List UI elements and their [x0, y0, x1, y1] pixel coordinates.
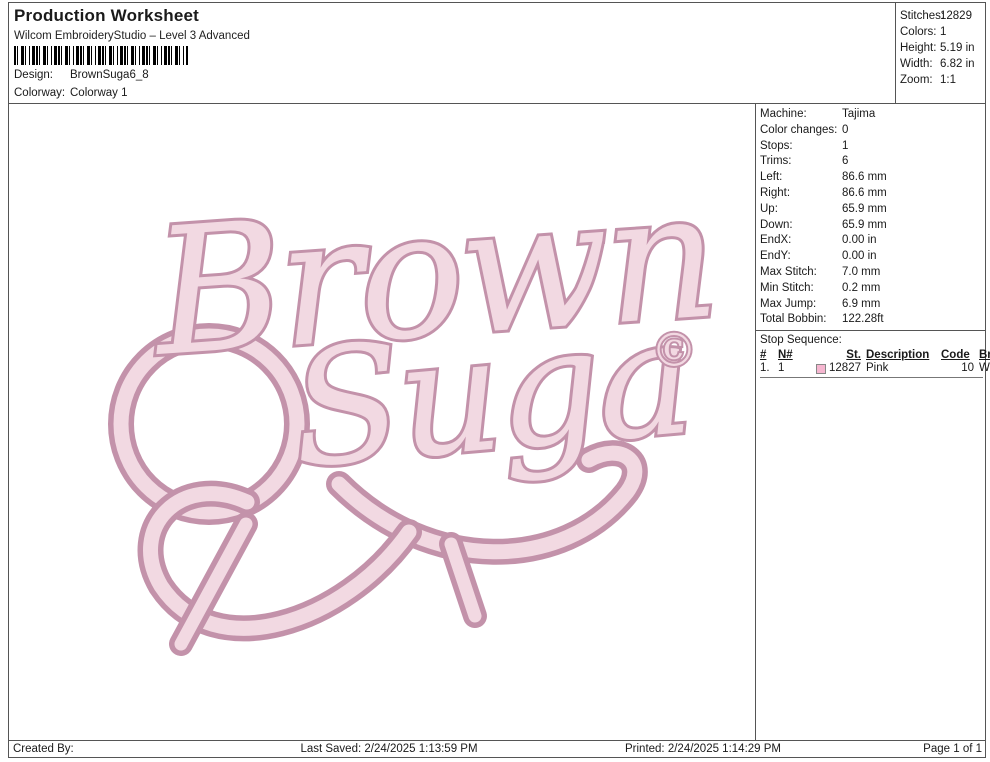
height-value: 5.19 in [940, 40, 975, 56]
colorway-label: Colorway: [14, 86, 70, 101]
color-changes-value: 0 [842, 123, 848, 139]
page-number: Page 1 of 1 [867, 743, 985, 755]
endx-label: EndX: [760, 233, 842, 249]
right-value: 86.6 mm [842, 186, 887, 202]
max-stitch-value: 7.0 mm [842, 265, 880, 281]
design-word-suga: Suga [284, 283, 697, 504]
summary-row: Height: 5.19 in [900, 40, 985, 56]
width-label: Width: [900, 56, 940, 72]
stop-sequence-section: Stop Sequence: # N# St. Description Code… [756, 330, 985, 378]
colors-label: Colors: [900, 24, 940, 40]
barcode-image [14, 46, 188, 65]
main-content: Brown Suga © Machine:Tajima Color change… [9, 104, 985, 740]
row-st: 12827 [829, 361, 861, 376]
summary-row: Stitches: 12829 [900, 8, 985, 24]
page-title: Production Worksheet [14, 6, 889, 26]
stop-sequence-table: # N# St. Description Code Brand 1. 1 [760, 349, 985, 378]
min-stitch-label: Min Stitch: [760, 281, 842, 297]
thread-color-swatch [816, 364, 826, 374]
max-jump-value: 6.9 mm [842, 297, 880, 313]
trims-value: 6 [842, 154, 848, 170]
summary-row: Colors: 1 [900, 24, 985, 40]
max-stitch-label: Max Stitch: [760, 265, 842, 281]
row-n: 1 [778, 361, 800, 376]
down-label: Down: [760, 218, 842, 234]
copyright-symbol: © [651, 323, 697, 377]
design-label: Design: [14, 68, 70, 83]
row-num: 1. [760, 361, 773, 376]
up-label: Up: [760, 202, 842, 218]
up-value: 65.9 mm [842, 202, 887, 218]
machine-info-panel: Machine:Tajima Color changes:0 Stops:1 T… [755, 104, 985, 740]
summary-row: Width: 6.82 in [900, 56, 985, 72]
col-code: Code [941, 349, 974, 361]
footer-bar: Created By: Last Saved: 2/24/2025 1:13:5… [9, 740, 985, 757]
printed-text: Printed: 2/24/2025 1:14:29 PM [539, 743, 867, 755]
stops-label: Stops: [760, 139, 842, 155]
endy-value: 0.00 in [842, 249, 877, 265]
width-value: 6.82 in [940, 56, 975, 72]
max-jump-label: Max Jump: [760, 297, 842, 313]
colorway-row: Colorway: Colorway 1 [14, 86, 889, 101]
total-bobbin-value: 122.28ft [842, 312, 884, 328]
col-n: N# [778, 349, 800, 361]
design-preview: Brown Suga © [9, 104, 755, 740]
left-value: 86.6 mm [842, 170, 887, 186]
machine-value: Tajima [842, 107, 875, 123]
machine-info-rows: Machine:Tajima Color changes:0 Stops:1 T… [756, 104, 985, 330]
summary-row: Zoom: 1:1 [900, 72, 985, 88]
row-st-cell: 12827 [805, 361, 861, 376]
left-label: Left: [760, 170, 842, 186]
row-brand: Wilcom [979, 361, 990, 376]
machine-label: Machine: [760, 107, 842, 123]
zoom-value: 1:1 [940, 72, 956, 88]
stops-value: 1 [842, 139, 848, 155]
endx-value: 0.00 in [842, 233, 877, 249]
height-label: Height: [900, 40, 940, 56]
colorway-value: Colorway 1 [70, 86, 128, 101]
col-st: St. [805, 349, 861, 361]
row-description: Pink [866, 361, 936, 376]
colors-value: 1 [940, 24, 946, 40]
right-label: Right: [760, 186, 842, 202]
total-bobbin-label: Total Bobbin: [760, 312, 842, 328]
col-description: Description [866, 349, 936, 361]
min-stitch-value: 0.2 mm [842, 281, 880, 297]
zoom-label: Zoom: [900, 72, 940, 88]
row-code: 10 [941, 361, 974, 376]
stitches-label: Stitches: [900, 8, 940, 24]
col-num: # [760, 349, 773, 361]
app-subtitle: Wilcom EmbroideryStudio – Level 3 Advanc… [14, 30, 889, 42]
col-brand: Brand [979, 349, 990, 361]
production-worksheet-page: Production Worksheet Wilcom EmbroiderySt… [0, 0, 990, 762]
color-changes-label: Color changes: [760, 123, 842, 139]
stop-sequence-title: Stop Sequence: [760, 333, 985, 348]
stitches-value: 12829 [940, 8, 972, 24]
down-value: 65.9 mm [842, 218, 887, 234]
design-value: BrownSuga6_8 [70, 68, 149, 83]
summary-box: Stitches: 12829 Colors: 1 Height: 5.19 i… [895, 3, 985, 103]
embroidery-design-svg: Brown Suga © [9, 104, 755, 740]
stop-table-row: 1. 1 12827 Pink 10 Wilcom [760, 361, 983, 378]
header: Production Worksheet Wilcom EmbroiderySt… [9, 3, 985, 104]
endy-label: EndY: [760, 249, 842, 265]
header-left: Production Worksheet Wilcom EmbroiderySt… [9, 3, 895, 103]
worksheet-sheet: Production Worksheet Wilcom EmbroiderySt… [8, 2, 986, 758]
stop-table-header: # N# St. Description Code Brand [760, 349, 983, 361]
trims-label: Trims: [760, 154, 842, 170]
last-saved-text: Last Saved: 2/24/2025 1:13:59 PM [239, 743, 539, 755]
design-row: Design: BrownSuga6_8 [14, 68, 889, 83]
created-by-label: Created By: [9, 743, 239, 755]
